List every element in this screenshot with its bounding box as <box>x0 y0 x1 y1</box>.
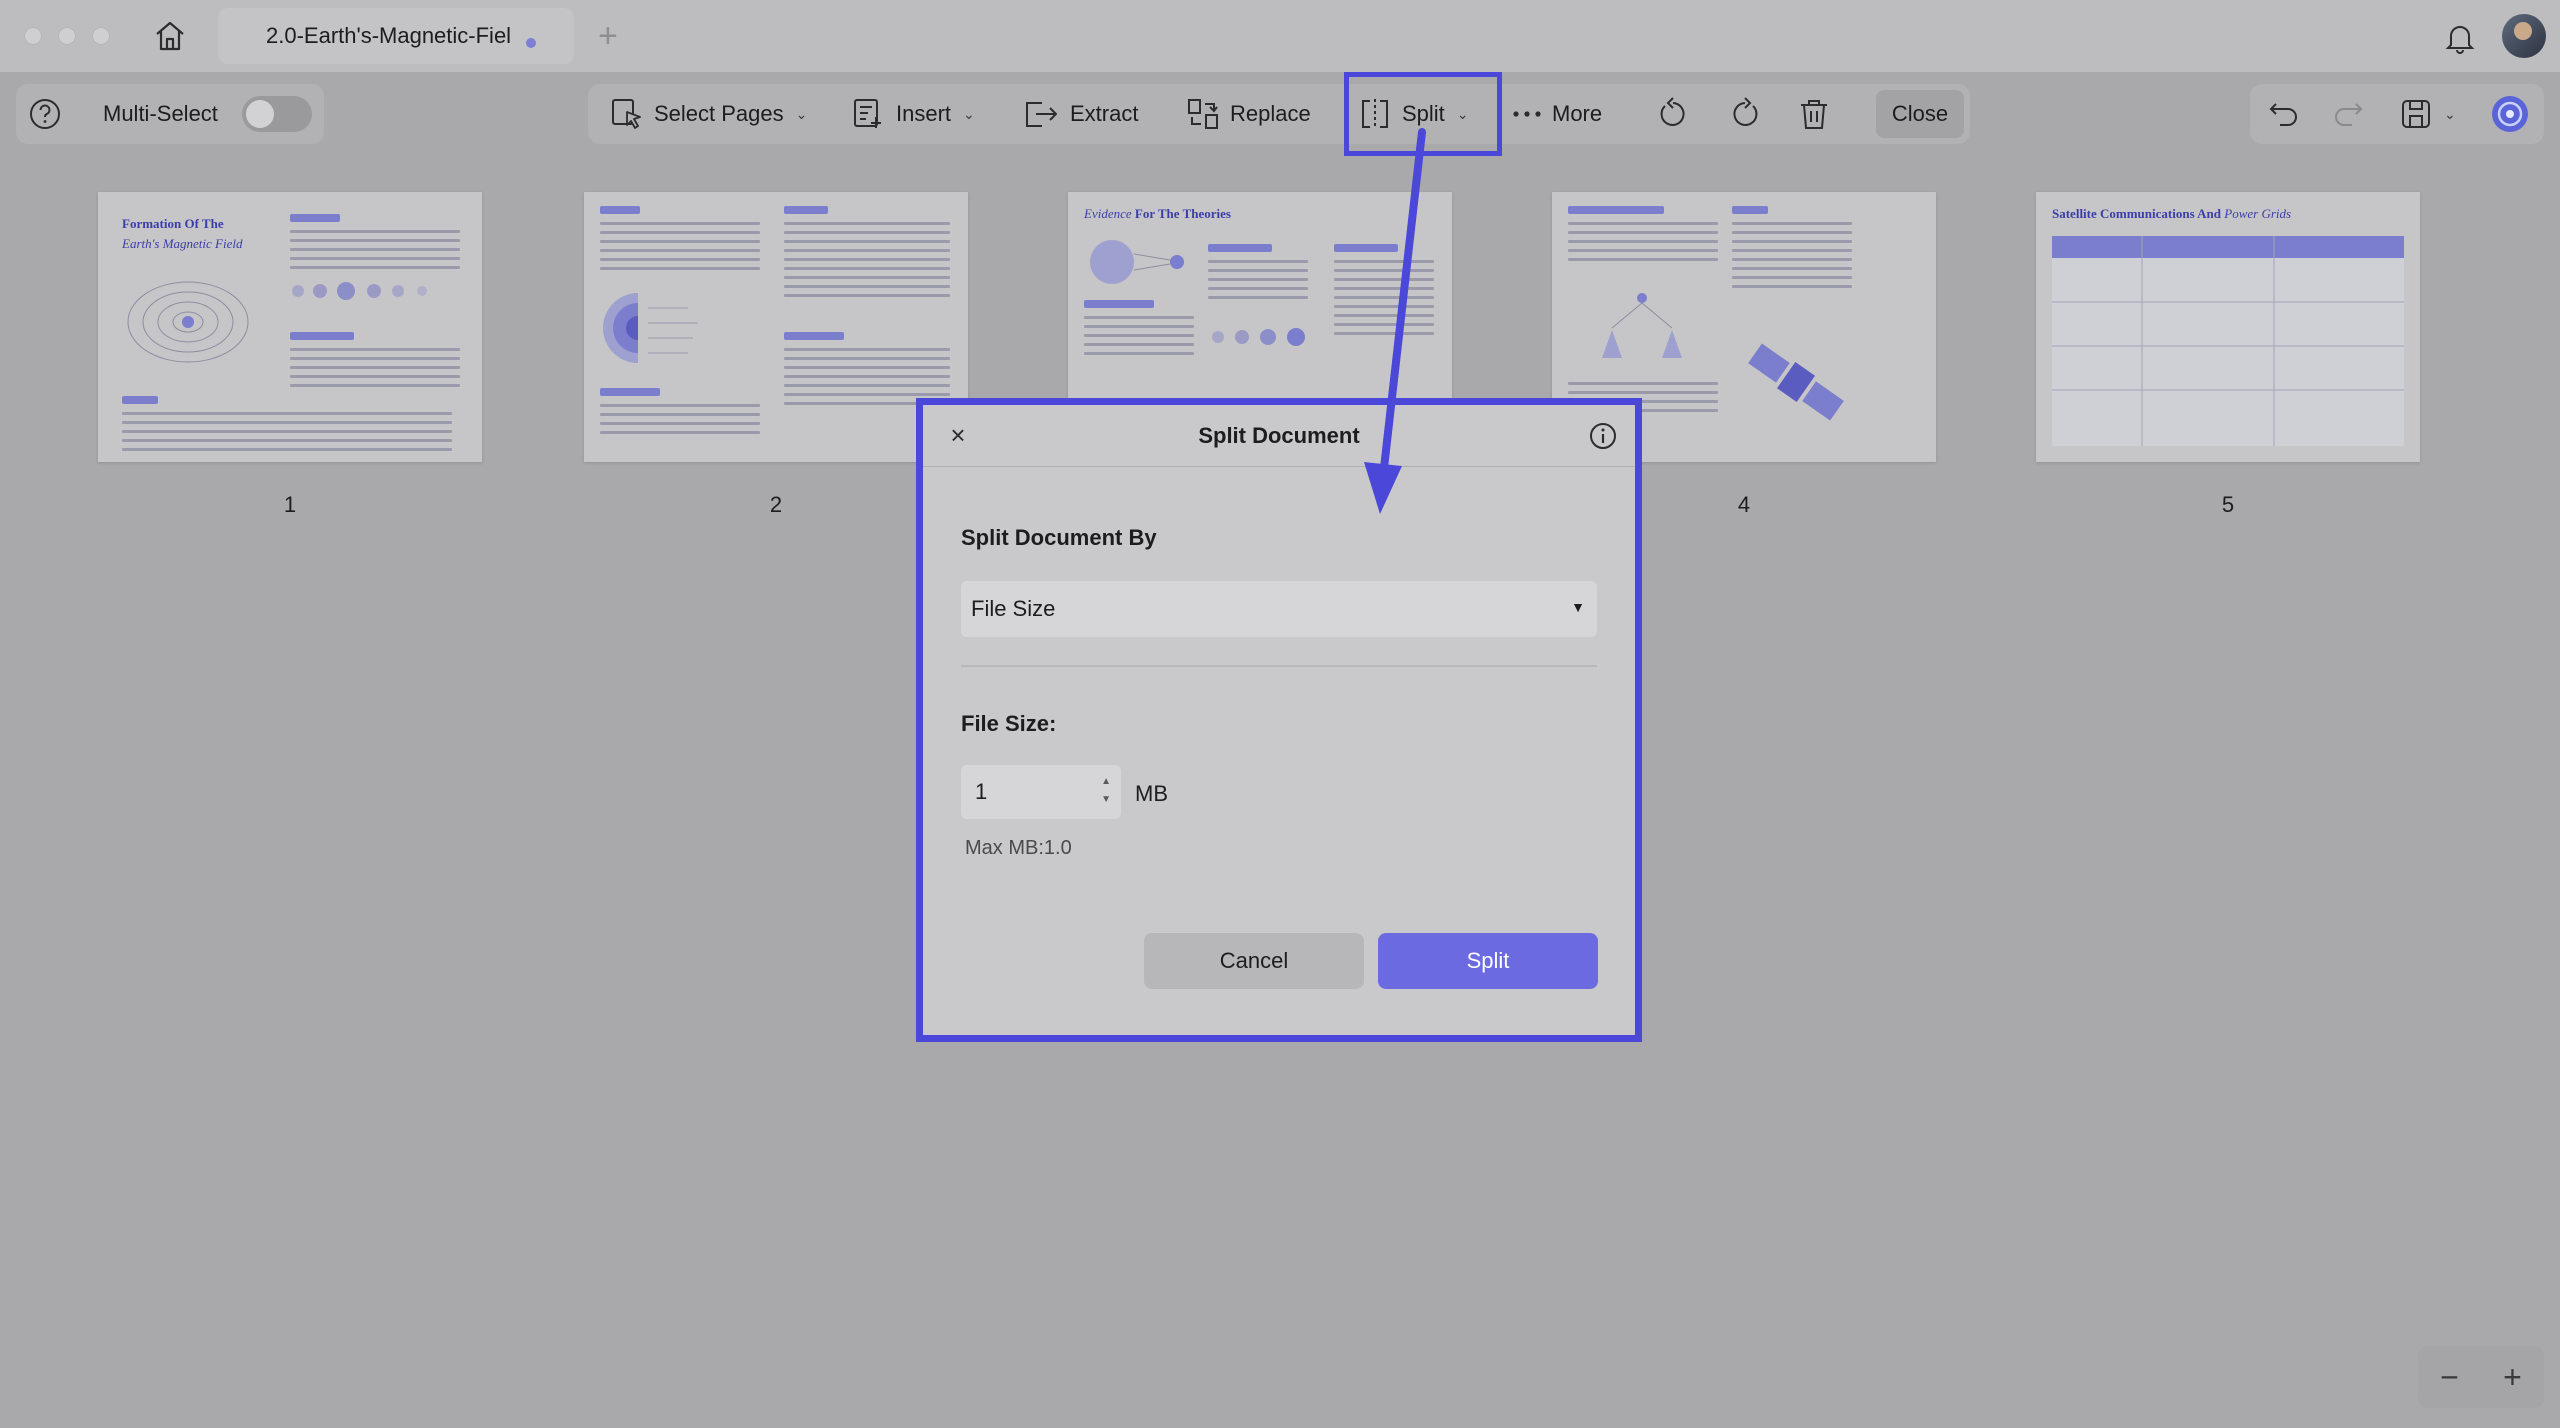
save-icon <box>2402 100 2430 128</box>
home-icon <box>156 21 184 51</box>
replace-button[interactable]: Replace <box>1186 84 1311 144</box>
ai-assistant-button[interactable] <box>2490 84 2530 144</box>
window-minimize-icon[interactable] <box>58 27 76 45</box>
chevron-down-icon: ⌄ <box>963 105 975 122</box>
split-document-dialog: Split Document × Split Document By File … <box>923 405 1635 1035</box>
earth-layers-illustration <box>603 293 698 363</box>
file-size-value: 1 <box>975 779 988 804</box>
chevron-down-icon: ⌄ <box>795 105 808 122</box>
help-button[interactable] <box>28 84 62 144</box>
select-pages-button[interactable]: Select Pages ⌄ <box>610 84 807 144</box>
chevron-down-icon[interactable]: ⌄ <box>2444 106 2456 123</box>
replace-icon <box>1188 99 1218 129</box>
zoom-in-button[interactable]: + <box>2481 1346 2544 1408</box>
page-number-5: 5 <box>2221 492 2235 517</box>
sun-earth-illustration <box>1090 240 1184 284</box>
save-button[interactable]: ⌄ <box>2400 84 2456 144</box>
more-button[interactable]: More <box>1512 84 1602 144</box>
rotate-left-icon <box>1660 97 1685 126</box>
zoom-controls: − + <box>2418 1346 2544 1408</box>
select-pages-icon <box>612 99 641 129</box>
extract-button[interactable]: Extract <box>1022 84 1138 144</box>
split-highlight-box <box>1344 72 1502 156</box>
page-number-4: 4 <box>1737 492 1751 517</box>
help-icon <box>30 99 60 129</box>
split-by-label: Split Document By <box>961 525 1157 550</box>
select-pages-label: Select Pages <box>654 101 784 126</box>
page-number-2: 2 <box>769 492 783 517</box>
bell-icon <box>2445 26 2475 54</box>
tab-title: 2.0-Earth's-Magnetic-Fiel <box>266 23 512 48</box>
rotate-left-button[interactable] <box>1656 84 1690 144</box>
comparison-table-illustration <box>2052 236 2404 446</box>
dialog-divider <box>961 665 1597 667</box>
right-toolbar-group: ⌄ <box>2250 84 2544 144</box>
multi-select-toggle[interactable] <box>242 96 312 132</box>
file-size-stepper[interactable]: 1 ▲ ▼ <box>961 765 1121 819</box>
page-1-title: Formation Of The <box>122 216 224 231</box>
main-toolbar-group: Select Pages ⌄ Insert ⌄ Extract Replace … <box>588 84 1970 144</box>
dialog-header: Split Document × <box>923 405 1635 467</box>
undo-icon <box>2269 103 2297 126</box>
split-by-value: File Size <box>971 596 1056 621</box>
extract-icon <box>1026 102 1057 127</box>
more-label: More <box>1552 101 1603 126</box>
new-tab-button[interactable]: + <box>598 16 618 56</box>
page-3-title: For The Theories <box>1134 206 1231 221</box>
satellite-illustration <box>1748 343 1844 421</box>
insert-button[interactable]: Insert ⌄ <box>852 84 975 144</box>
close-icon[interactable]: × <box>943 420 973 450</box>
redo-icon <box>2335 103 2363 126</box>
window-close-icon[interactable] <box>24 27 42 45</box>
dots-chart-illustration <box>1212 328 1305 346</box>
cancel-button[interactable]: Cancel <box>1144 933 1364 989</box>
redo-button[interactable] <box>2332 84 2364 144</box>
triangle-down-icon: ▼ <box>1571 599 1585 615</box>
page-number-1: 1 <box>283 492 297 517</box>
split-by-select[interactable]: File Size ▼ <box>961 581 1597 637</box>
notifications-button[interactable] <box>2440 18 2480 58</box>
unsaved-dot-icon <box>526 38 536 48</box>
file-size-unit: MB <box>1135 781 1168 806</box>
magnetic-field-illustration <box>127 281 249 363</box>
document-tab[interactable]: 2.0-Earth's-Magnetic-Fiel <box>218 8 574 64</box>
ai-assistant-icon <box>2492 96 2528 132</box>
close-button[interactable]: Close <box>1876 90 1964 138</box>
insert-icon <box>854 99 881 128</box>
antenna-network-illustration <box>1602 293 1682 358</box>
page-thumbnail-1[interactable]: Formation Of The Earth's Magnetic Field <box>98 192 482 462</box>
undo-button[interactable] <box>2268 84 2300 144</box>
page-3-title-italic: Evidence <box>1084 206 1132 221</box>
zoom-out-button[interactable]: − <box>2418 1346 2481 1408</box>
info-icon[interactable] <box>1588 421 1618 451</box>
extract-label: Extract <box>1070 101 1139 126</box>
title-bar: 2.0-Earth's-Magnetic-Fiel + <box>0 0 2560 72</box>
multi-select-label: Multi-Select <box>103 101 218 126</box>
moon-phases-illustration <box>292 282 427 300</box>
avatar[interactable] <box>2502 14 2546 58</box>
delete-button[interactable] <box>1798 84 1830 144</box>
page-5-title: Satellite Communications And <box>2052 206 2222 221</box>
rotate-right-button[interactable] <box>1728 84 1762 144</box>
file-size-label: File Size: <box>961 711 1057 736</box>
split-confirm-button[interactable]: Split <box>1378 933 1598 989</box>
page-thumbnail-5[interactable]: Satellite Communications And Power Grids <box>2036 192 2420 462</box>
dialog-title: Split Document <box>1198 423 1360 448</box>
home-button[interactable] <box>150 18 190 54</box>
page-5-title-italic: Power Grids <box>2224 206 2292 221</box>
page-1-subtitle: Earth's Magnetic Field <box>122 236 243 251</box>
stepper-arrows-icon[interactable]: ▲ ▼ <box>1101 773 1111 809</box>
window-zoom-icon[interactable] <box>92 27 110 45</box>
trash-icon <box>1801 100 1827 129</box>
insert-label: Insert <box>896 101 952 126</box>
max-size-note: Max MB:1.0 <box>965 837 1072 859</box>
more-icon <box>1513 111 1541 117</box>
rotate-right-icon <box>1733 97 1758 126</box>
replace-label: Replace <box>1230 101 1311 126</box>
page-thumbnail-2[interactable] <box>584 192 968 462</box>
